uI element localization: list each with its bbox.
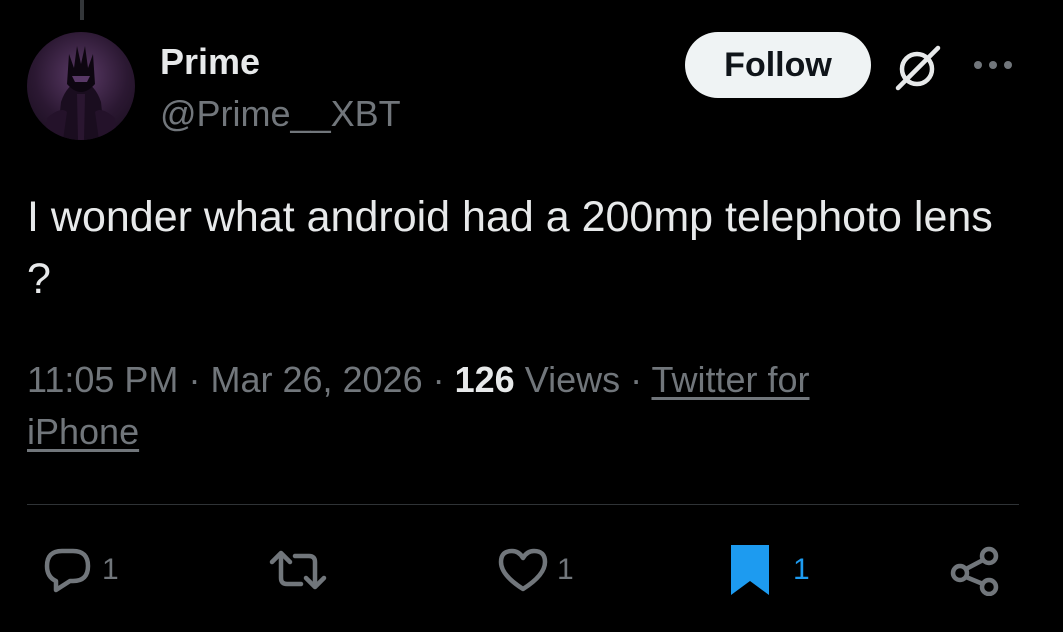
follow-button[interactable]: Follow: [685, 32, 871, 98]
heart-icon: [497, 547, 549, 593]
tweet-metadata: 11:05 PM · Mar 26, 2026 · 126 Views · Tw…: [27, 354, 927, 458]
reply-button[interactable]: 1: [42, 540, 119, 600]
bookmark-button[interactable]: 1: [729, 540, 810, 600]
more-icon[interactable]: [970, 50, 1016, 80]
avatar[interactable]: [27, 32, 135, 140]
share-button[interactable]: [950, 540, 1000, 600]
author-name[interactable]: Prime: [160, 40, 260, 84]
reply-count: 1: [102, 553, 119, 586]
bookmark-icon: [729, 543, 771, 597]
share-icon: [950, 544, 1000, 596]
divider: [27, 504, 1019, 505]
grok-icon[interactable]: [892, 42, 944, 94]
tweet-date[interactable]: Mar 26, 2026: [210, 359, 422, 400]
author-handle[interactable]: @Prime__XBT: [160, 92, 401, 136]
separator: ·: [630, 359, 643, 400]
separator: ·: [432, 359, 445, 400]
tweet-time[interactable]: 11:05 PM: [27, 359, 178, 400]
tweet-text: I wonder what android had a 200mp teleph…: [27, 193, 993, 303]
views-label: Views: [524, 359, 621, 400]
like-button[interactable]: 1: [497, 540, 574, 600]
views-count: 126: [454, 359, 515, 400]
thread-connector-line: [80, 0, 84, 20]
retweet-icon: [268, 548, 328, 592]
bookmark-count: 1: [793, 553, 810, 586]
reply-icon: [42, 546, 94, 594]
retweet-button[interactable]: [268, 540, 328, 600]
separator: ·: [188, 359, 201, 400]
like-count: 1: [557, 553, 574, 586]
